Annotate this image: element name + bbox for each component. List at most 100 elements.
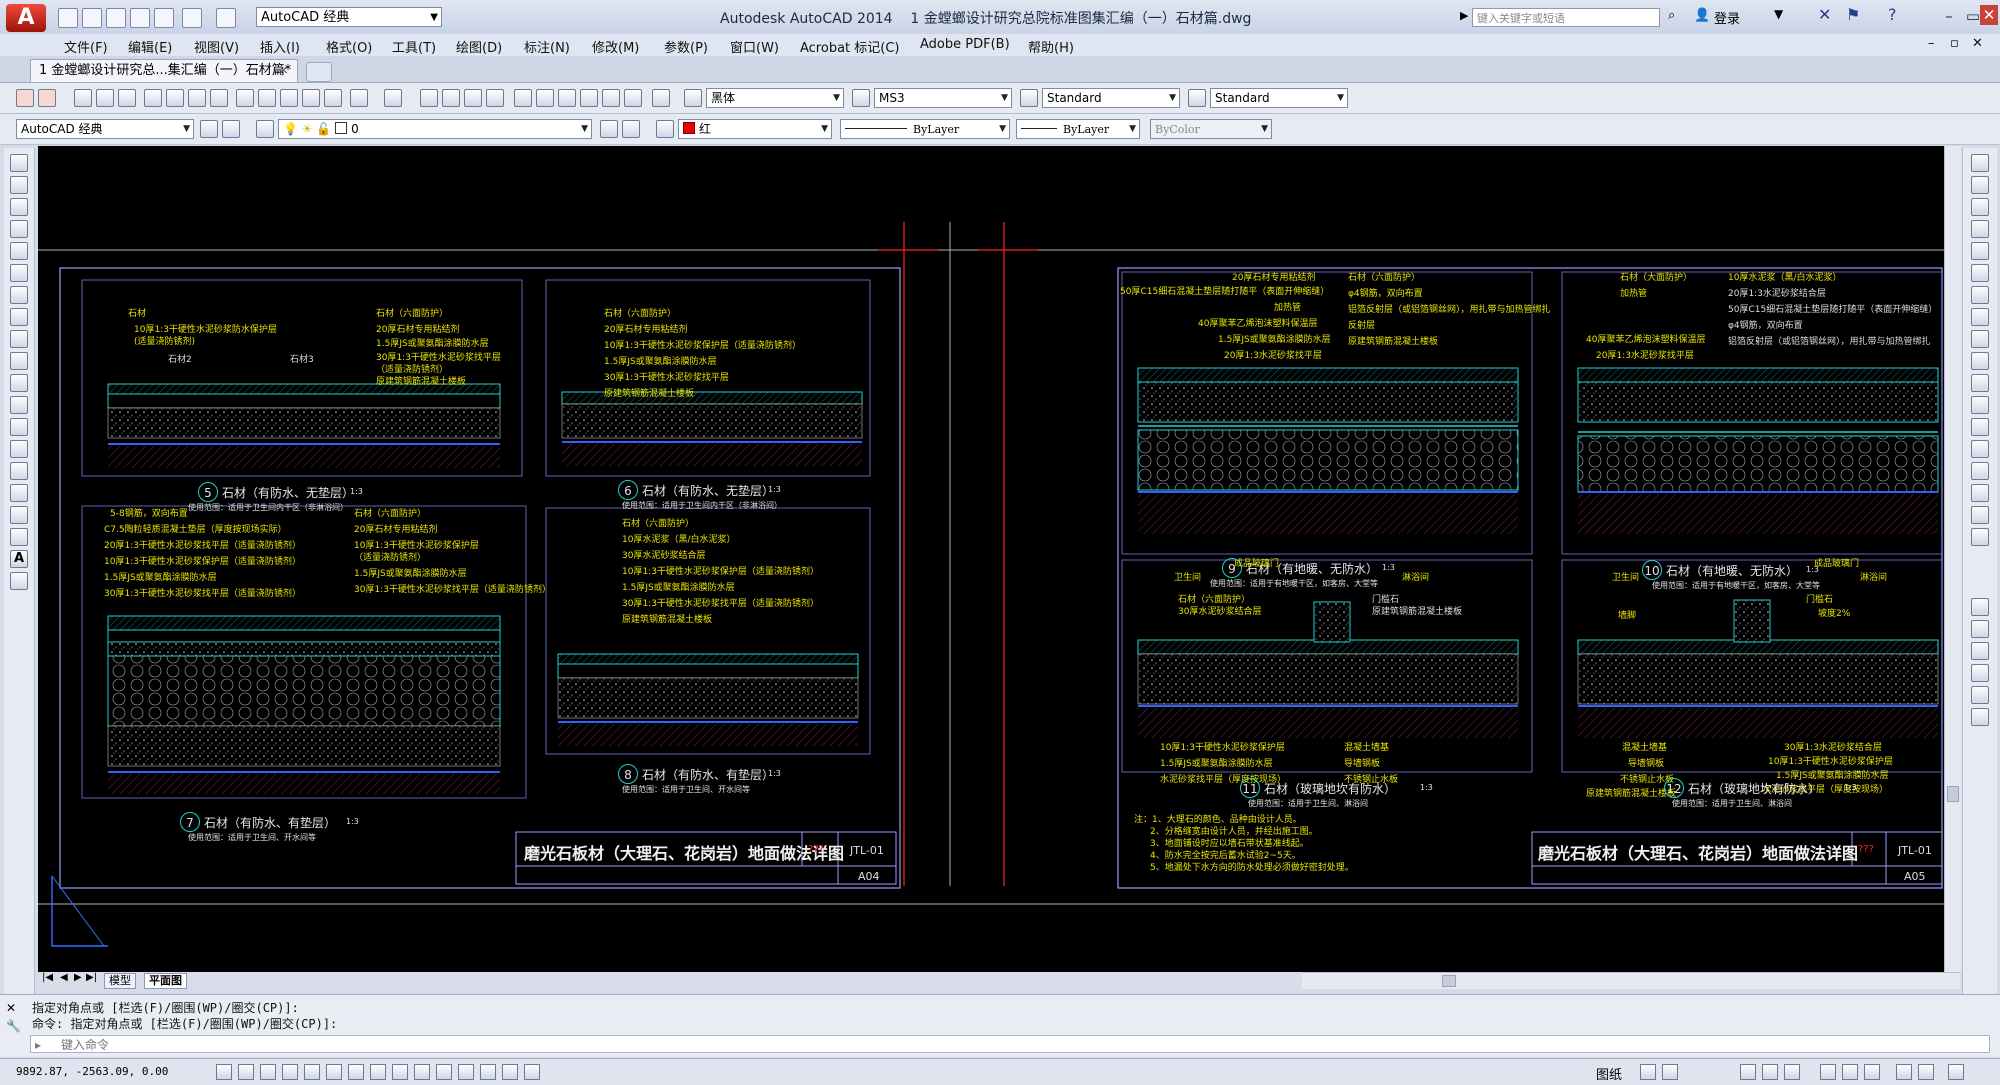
hatch-icon[interactable]: [10, 462, 28, 480]
mdi-close-button[interactable]: ✕: [1972, 36, 1983, 51]
pan-status-icon[interactable]: [1740, 1064, 1756, 1080]
mirror-icon[interactable]: [1971, 198, 1989, 216]
tab-nav-first-icon[interactable]: |◀: [42, 972, 53, 983]
vertical-scrollbar[interactable]: [1944, 146, 1961, 972]
array-icon[interactable]: [1971, 242, 1989, 260]
properties-icon[interactable]: [514, 89, 532, 107]
quick-properties-icon[interactable]: [480, 1064, 496, 1080]
publish-icon[interactable]: [188, 89, 206, 107]
transparency-icon[interactable]: [458, 1064, 474, 1080]
application-menu-button[interactable]: A: [6, 4, 46, 32]
layer-select[interactable]: 💡 ☀ 🔓 0 ▼: [278, 119, 592, 139]
plot-icon[interactable]: [144, 89, 162, 107]
workspace-switching-icon[interactable]: [1820, 1064, 1836, 1080]
layer-previous-icon[interactable]: [622, 120, 640, 138]
extend-icon[interactable]: [1971, 374, 1989, 392]
polar-tracking-icon[interactable]: [304, 1064, 320, 1080]
send-under-icon[interactable]: [1971, 686, 1989, 704]
minimize-button[interactable]: –: [1938, 6, 1960, 26]
move-icon[interactable]: [1971, 264, 1989, 282]
text-style-icon[interactable]: [684, 89, 702, 107]
close-button[interactable]: ✕: [1980, 5, 1998, 25]
mdi-minimize-button[interactable]: –: [1928, 36, 1935, 51]
color-select[interactable]: 红 ▼: [678, 119, 832, 139]
polyline-icon[interactable]: [10, 198, 28, 216]
tab-nav-last-icon[interactable]: ▶|: [86, 972, 97, 983]
multiline-text-icon[interactable]: A: [10, 550, 28, 568]
zoom-realtime-icon[interactable]: [442, 89, 460, 107]
menu-dimension[interactable]: 标注(N): [524, 37, 570, 56]
status-menu-icon[interactable]: [1918, 1064, 1934, 1080]
rectangle-icon[interactable]: [10, 242, 28, 260]
menu-adobe-pdf[interactable]: Adobe PDF(B): [920, 37, 1010, 52]
layer-properties-icon[interactable]: [256, 120, 274, 138]
horizontal-scrollbar[interactable]: [1302, 972, 1960, 989]
menu-parametric[interactable]: 参数(P): [664, 37, 708, 56]
offset-icon[interactable]: [1971, 220, 1989, 238]
drawing-canvas[interactable]: 石材 10厚1:3干硬性水泥砂浆防水保护层 (适量浇防锈剂) 石材2 石材3 石…: [38, 146, 1960, 972]
vertical-scroll-thumb[interactable]: [1947, 786, 1959, 802]
exchange-icon[interactable]: ✕: [1818, 5, 1831, 24]
construction-line-icon[interactable]: [10, 176, 28, 194]
space-toggle[interactable]: 图纸: [1596, 1064, 1622, 1083]
annotation-monitor-icon[interactable]: [524, 1064, 540, 1080]
break-icon[interactable]: [1971, 418, 1989, 436]
join-icon[interactable]: [1971, 440, 1989, 458]
pdf-icon[interactable]: [16, 89, 34, 107]
open-icon[interactable]: [96, 89, 114, 107]
scale-icon[interactable]: [1971, 308, 1989, 326]
polygon-icon[interactable]: [10, 220, 28, 238]
workspace-select[interactable]: AutoCAD 经典 ▼: [256, 7, 442, 27]
plotstyle-select[interactable]: ByColor ▼: [1150, 119, 1272, 139]
open-file-icon[interactable]: [82, 8, 102, 28]
quickcalc-icon[interactable]: [624, 89, 642, 107]
help-icon[interactable]: [652, 89, 670, 107]
workspace-save-icon[interactable]: [222, 120, 240, 138]
table-style-select[interactable]: Standard ▼: [1042, 88, 1180, 108]
trim-icon[interactable]: [1971, 352, 1989, 370]
fillet-icon[interactable]: [1971, 484, 1989, 502]
stay-connected-icon[interactable]: ⚑: [1846, 5, 1860, 24]
pdf-settings-icon[interactable]: [38, 89, 56, 107]
menu-acrobat[interactable]: Acrobat 标记(C): [800, 37, 900, 56]
multileader-style-icon[interactable]: [1188, 89, 1206, 107]
menu-window[interactable]: 窗口(W): [730, 37, 779, 56]
stretch-icon[interactable]: [1971, 330, 1989, 348]
workspace-settings-icon[interactable]: [200, 120, 218, 138]
blend-curves-icon[interactable]: [1971, 506, 1989, 524]
design-center-icon[interactable]: [536, 89, 554, 107]
insert-block-icon[interactable]: [10, 396, 28, 414]
cut-icon[interactable]: [236, 89, 254, 107]
pan-icon[interactable]: [420, 89, 438, 107]
lineweight-display-icon[interactable]: [436, 1064, 452, 1080]
menu-help[interactable]: 帮助(H): [1028, 37, 1074, 56]
menu-modify[interactable]: 修改(M): [592, 37, 639, 56]
paste-icon[interactable]: [280, 89, 298, 107]
add-selected-icon[interactable]: [10, 572, 28, 590]
undo-icon[interactable]: [350, 89, 368, 107]
clean-screen-icon[interactable]: [1948, 1064, 1964, 1080]
expand-icon[interactable]: ▶: [1460, 9, 1468, 22]
block-editor-icon[interactable]: [324, 89, 342, 107]
menu-tools[interactable]: 工具(T): [392, 37, 436, 56]
region-icon[interactable]: [10, 506, 28, 524]
plot-preview-icon[interactable]: [166, 89, 184, 107]
close-icon[interactable]: ×: [278, 60, 289, 82]
tab-document[interactable]: 1 金螳螂设计研究总...集汇编（一）石材篇* ×: [30, 59, 298, 82]
make-current-layer-icon[interactable]: [600, 120, 618, 138]
dropdown-icon[interactable]: ▼: [1774, 7, 1783, 21]
grid-display-icon[interactable]: [260, 1064, 276, 1080]
menu-edit[interactable]: 编辑(E): [128, 37, 172, 56]
command-input[interactable]: ▸ 键入命令: [30, 1035, 1990, 1053]
linetype-select[interactable]: ByLayer ▼: [840, 119, 1010, 139]
menu-draw[interactable]: 绘图(D): [456, 37, 502, 56]
save-as-icon[interactable]: [130, 8, 150, 28]
break-at-point-icon[interactable]: [1971, 396, 1989, 414]
zoom-status-icon[interactable]: [1762, 1064, 1778, 1080]
ortho-mode-icon[interactable]: [282, 1064, 298, 1080]
tab-layout-plan[interactable]: 平面图: [144, 973, 187, 989]
lineweight-select[interactable]: ByLayer ▼: [1016, 119, 1140, 139]
revision-cloud-icon[interactable]: [10, 308, 28, 326]
quick-view-layouts-icon[interactable]: [1640, 1064, 1656, 1080]
zoom-window-icon[interactable]: [464, 89, 482, 107]
